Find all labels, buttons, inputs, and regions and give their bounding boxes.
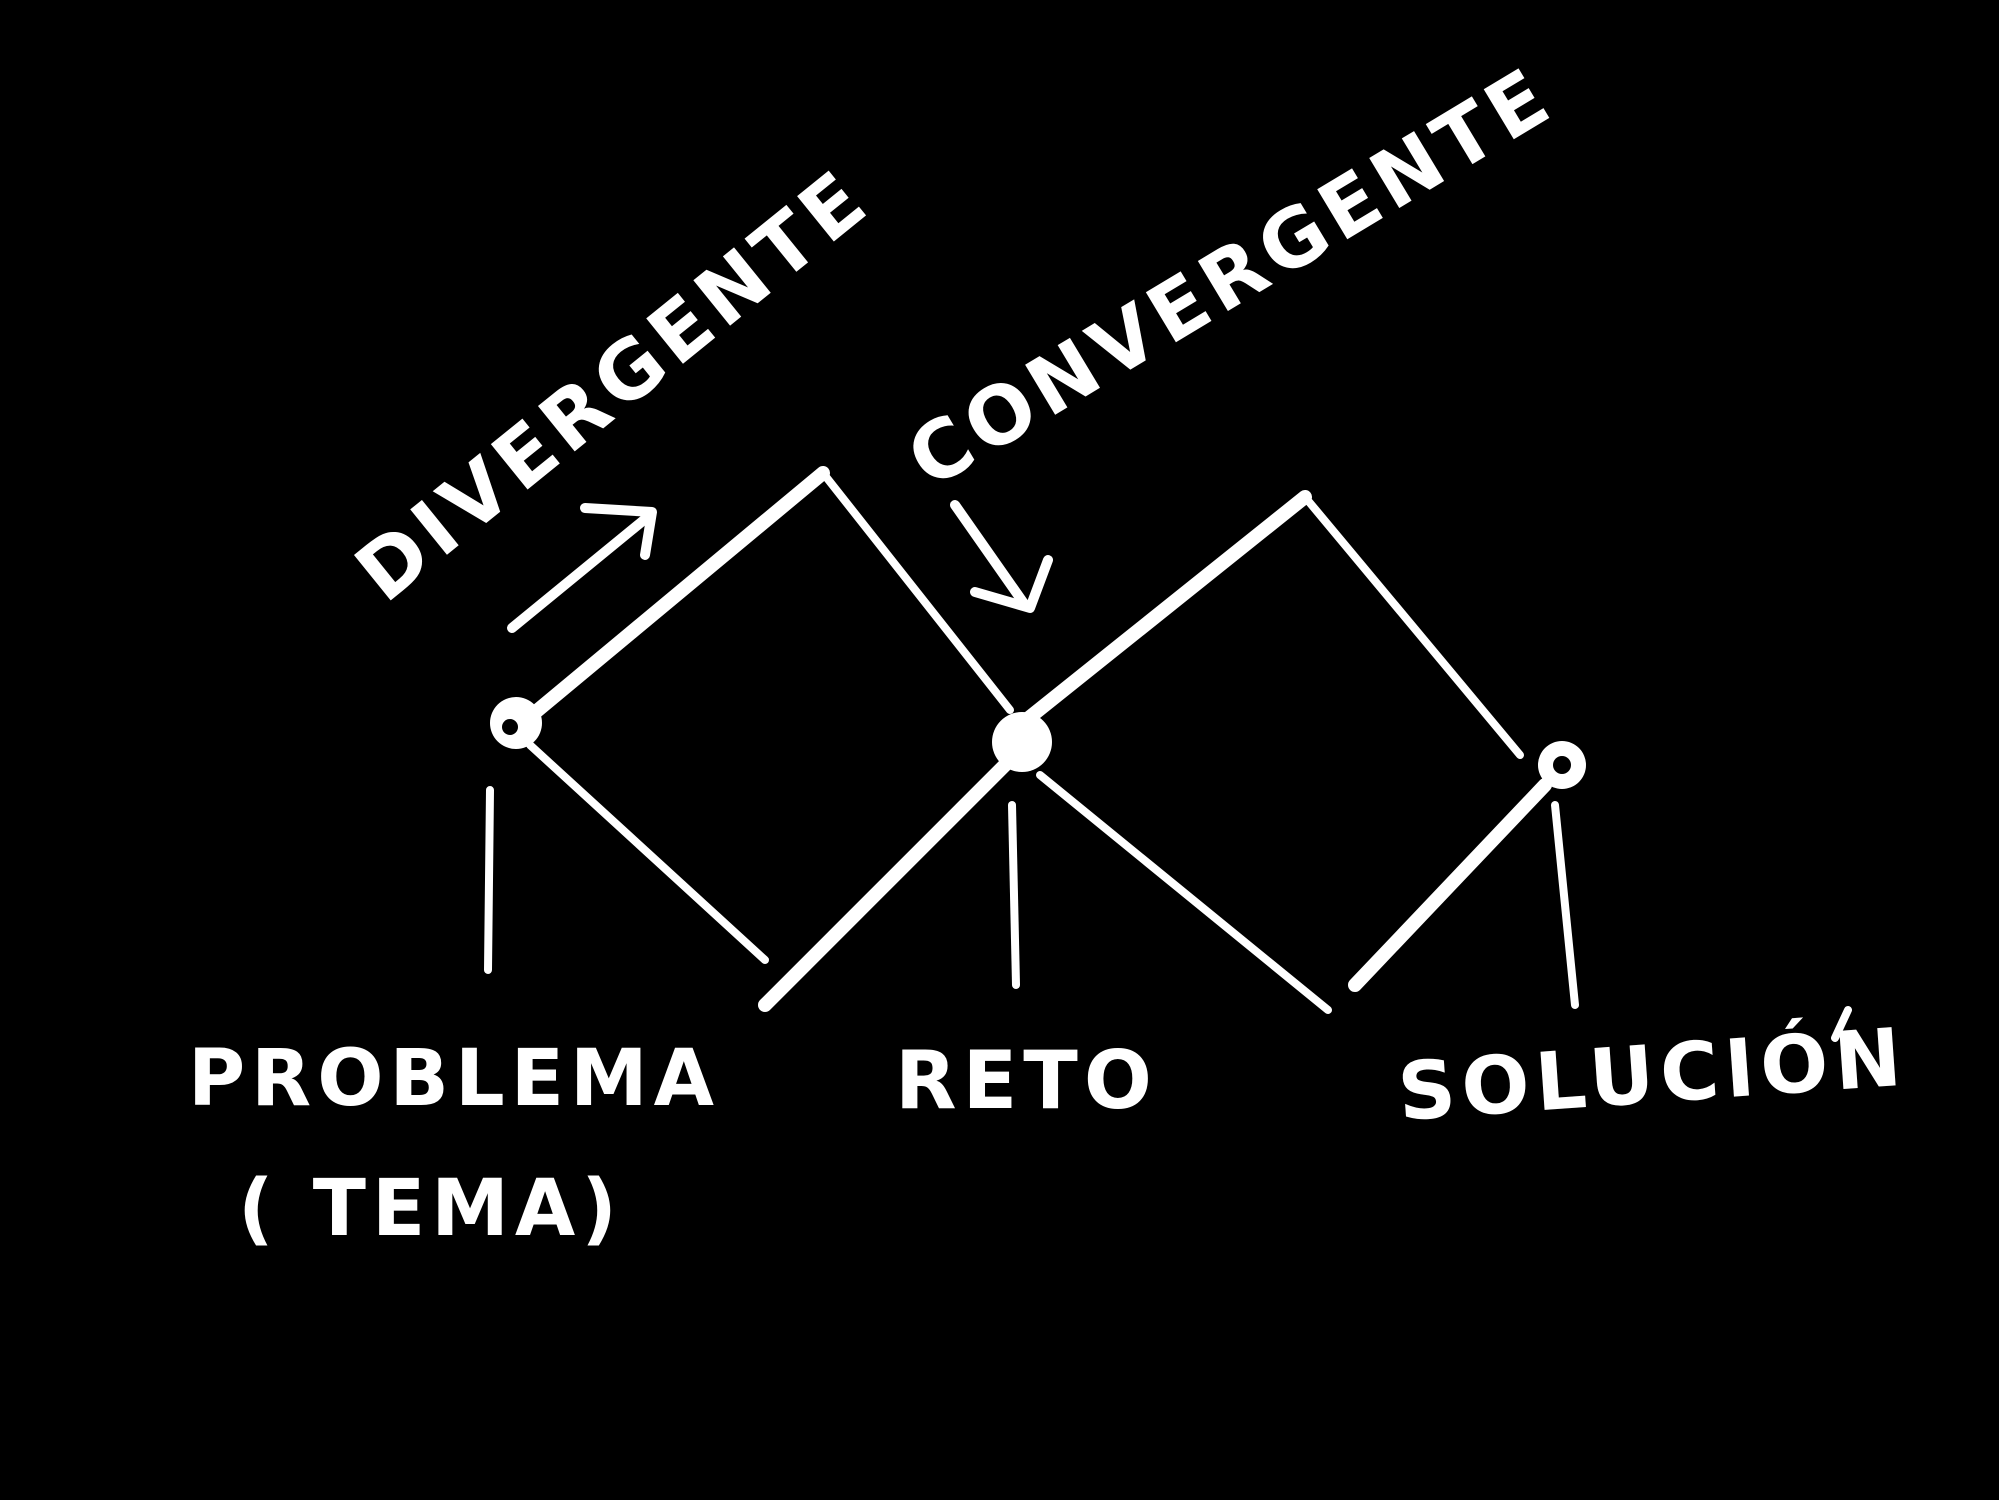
arrow-up-right-icon <box>507 503 657 633</box>
leader-line-challenge <box>1008 801 1020 989</box>
diamond-right <box>1013 490 1552 1014</box>
diamond-left-bottom-right-edge <box>758 753 1017 1012</box>
diamond-right-top-right-edge <box>1301 493 1524 759</box>
label-problema: PROBLEMA <box>188 1034 720 1124</box>
diamond-right-bottom-right-edge <box>1348 778 1552 992</box>
diamond-left <box>513 466 1017 1012</box>
diamond-right-top-left-edge <box>1013 490 1312 732</box>
arrow-down-icon <box>950 500 1053 613</box>
leader-line-problem <box>484 786 494 974</box>
diamond-left-bottom-left-edge <box>526 741 769 964</box>
leader-line-solution <box>1551 801 1579 1009</box>
label-convergente: CONVERGENTE <box>892 48 1569 506</box>
double-diamond-diagram: DIVERGENTE CONVERGENTE PROBLEMA ( TEMA) … <box>188 48 1910 1254</box>
node-problem <box>490 697 542 749</box>
node-challenge <box>992 712 1052 772</box>
label-reto: RETO <box>895 1034 1158 1127</box>
diamond-left-top-left-edge <box>513 466 830 732</box>
label-solucion: SOLUCIÓN <box>1395 1010 1910 1139</box>
node-solution <box>1538 741 1586 789</box>
label-tema: ( TEMA) <box>238 1164 623 1254</box>
diamond-right-bottom-left-edge <box>1036 771 1332 1014</box>
